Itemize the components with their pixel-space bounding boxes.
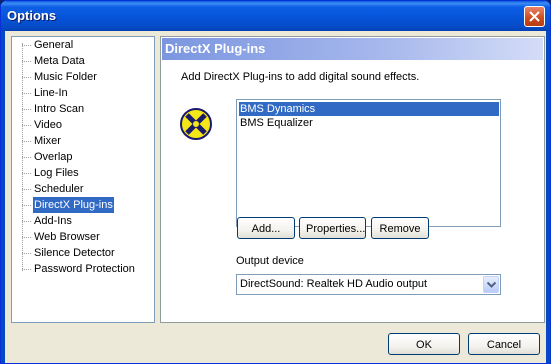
title-bar[interactable]: Options — [1, 1, 550, 31]
close-button[interactable] — [524, 6, 545, 27]
tree-item-label: Silence Detector — [34, 247, 115, 259]
plugins-listbox[interactable]: BMS Dynamics BMS Equalizer — [236, 99, 501, 227]
panel-header: DirectX Plug-ins — [162, 38, 543, 60]
output-device-select[interactable]: DirectSound: Realtek HD Audio output — [236, 274, 501, 295]
tree-item-label: Overlap — [34, 151, 73, 163]
tree-item-label: Video — [34, 119, 62, 131]
options-window: Options General Meta Data Music Folder L… — [0, 0, 551, 364]
output-device-label: Output device — [236, 255, 304, 267]
tree-item-label: Log Files — [34, 167, 79, 179]
add-button[interactable]: Add... — [237, 217, 295, 239]
tree-item-label: Add-Ins — [34, 215, 72, 227]
plugin-icon — [180, 108, 212, 140]
tree-item-label: Mixer — [34, 135, 61, 147]
tree-item-label: General — [34, 39, 74, 51]
panel-description: Add DirectX Plug-ins to add digital soun… — [181, 71, 420, 83]
tree-item-label: Web Browser — [34, 231, 100, 243]
output-device-value: DirectSound: Realtek HD Audio output — [240, 278, 428, 290]
close-icon — [529, 11, 540, 22]
window-frame-left — [1, 31, 5, 363]
ok-button[interactable]: OK — [388, 333, 460, 355]
plugin-item-bms-equalizer[interactable]: BMS Equalizer — [239, 116, 499, 130]
options-tree[interactable]: General Meta Data Music Folder Line-In I… — [11, 36, 155, 323]
chevron-down-icon — [487, 282, 496, 288]
settings-panel: DirectX Plug-ins Add DirectX Plug-ins to… — [160, 36, 545, 323]
cancel-button[interactable]: Cancel — [468, 333, 540, 355]
window-title: Options — [7, 8, 57, 23]
tree-item-label: Scheduler — [34, 183, 84, 195]
window-frame-right — [546, 31, 550, 363]
tree-item-label: Intro Scan — [34, 103, 85, 115]
tree-item-label: DirectX Plug-ins — [33, 197, 114, 213]
properties-button[interactable]: Properties... — [299, 217, 366, 239]
panel-title: DirectX Plug-ins — [165, 41, 266, 56]
dropdown-button[interactable] — [483, 276, 499, 293]
remove-button[interactable]: Remove — [371, 217, 429, 239]
tree-item-label: Password Protection — [34, 263, 135, 275]
tree-item-label: Line-In — [34, 87, 68, 99]
tree-item-label: Meta Data — [34, 55, 85, 67]
tree-item-label: Music Folder — [34, 71, 97, 83]
plugin-item-bms-dynamics[interactable]: BMS Dynamics — [239, 102, 499, 116]
